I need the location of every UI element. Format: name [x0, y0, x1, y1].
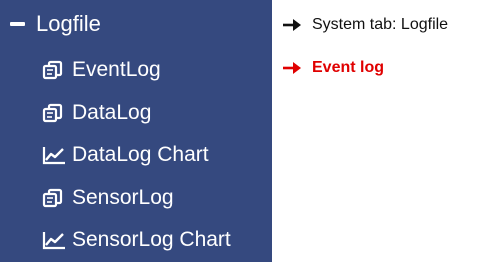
sidebar-item-datalog-chart[interactable]: DataLog Chart	[0, 137, 272, 173]
annotation-system-tab: System tab: Logfile	[282, 13, 448, 37]
annotation-text: System tab: Logfile	[312, 16, 449, 33]
annotation-text: Event log	[312, 59, 385, 76]
sidebar-item-label: SensorLog Chart	[72, 228, 231, 251]
logfile-group-label: Logfile	[36, 11, 101, 36]
log-icon	[42, 103, 63, 123]
annotation-event-log: Event log	[282, 56, 384, 80]
sidebar-item-label: EventLog	[72, 58, 161, 81]
chart-icon	[42, 232, 65, 250]
sidebar-item-datalog[interactable]: DataLog	[0, 95, 272, 131]
sidebar-item-label: DataLog Chart	[72, 143, 209, 166]
sidebar-item-label: DataLog	[72, 101, 152, 124]
chart-icon	[42, 147, 65, 165]
log-icon	[42, 60, 63, 80]
logfile-sidebar: Logfile EventLog DataLog DataLog Chart S…	[0, 0, 272, 262]
sidebar-item-sensorlog[interactable]: SensorLog	[0, 180, 272, 216]
sidebar-item-label: SensorLog	[72, 186, 174, 209]
sidebar-item-eventlog[interactable]: EventLog	[0, 52, 272, 88]
log-icon	[42, 188, 63, 208]
minus-icon[interactable]	[10, 22, 25, 26]
logfile-group-header[interactable]: Logfile	[0, 6, 272, 42]
arrow-right-icon	[283, 62, 301, 74]
arrow-right-icon	[283, 19, 301, 31]
sidebar-item-sensorlog-chart[interactable]: SensorLog Chart	[0, 222, 272, 258]
